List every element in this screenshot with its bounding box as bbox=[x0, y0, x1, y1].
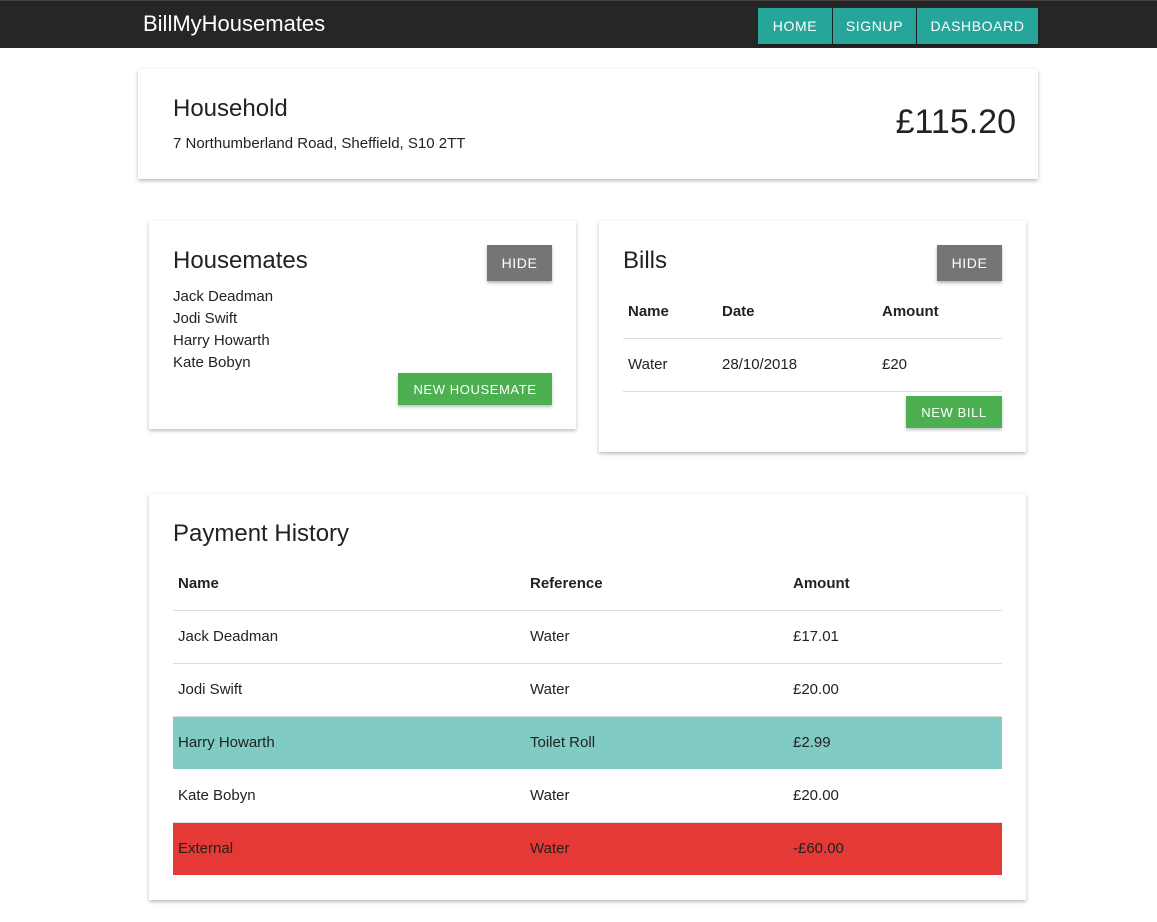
table-row[interactable]: Jodi Swift Water £20.00 bbox=[173, 663, 1002, 716]
hide-bills-button[interactable]: HIDE bbox=[937, 245, 1002, 281]
payment-amount: £17.01 bbox=[793, 628, 839, 645]
housemates-list: Jack Deadman Jodi Swift Harry Howarth Ka… bbox=[173, 286, 273, 374]
table-row[interactable]: Water 28/10/2018 £20 bbox=[623, 338, 1002, 391]
housemates-title: Housemates bbox=[173, 247, 308, 274]
top-navbar: BillMyHousemates HOME SIGNUP DASHBOARD bbox=[0, 0, 1157, 48]
nav-home-button[interactable]: HOME bbox=[758, 8, 832, 44]
list-item: Harry Howarth bbox=[173, 332, 270, 349]
payment-reference: Toilet Roll bbox=[525, 716, 788, 769]
household-address: 7 Northumberland Road, Sheffield, S10 2T… bbox=[173, 135, 466, 152]
new-bill-button[interactable]: NEW BILL bbox=[906, 396, 1002, 428]
list-item: Kate Bobyn bbox=[173, 354, 251, 371]
bill-date: 28/10/2018 bbox=[722, 356, 798, 373]
payment-name: Harry Howarth bbox=[173, 716, 525, 769]
column-header-date: Date bbox=[722, 302, 755, 320]
column-header-name: Name bbox=[628, 302, 669, 320]
list-item: Jodi Swift bbox=[173, 310, 238, 327]
column-header-amount: Amount bbox=[793, 574, 850, 592]
bill-amount: £20 bbox=[882, 356, 908, 373]
hide-housemates-button[interactable]: HIDE bbox=[487, 245, 552, 281]
nav-dashboard-button[interactable]: DASHBOARD bbox=[917, 8, 1038, 44]
table-row[interactable]: Kate Bobyn Water £20.00 bbox=[173, 769, 1002, 822]
payment-history-table: Name Reference Amount Jack Deadman Water… bbox=[173, 557, 1002, 875]
housemates-card: Housemates HIDE Jack Deadman Jodi Swift … bbox=[149, 221, 576, 429]
payment-amount: £20.00 bbox=[793, 786, 839, 804]
bills-title: Bills bbox=[623, 247, 668, 274]
table-row[interactable]: Jack Deadman Water £17.01 bbox=[173, 610, 1002, 663]
payment-name: External bbox=[173, 822, 525, 875]
payment-name: Kate Bobyn bbox=[178, 786, 256, 804]
column-header-reference: Reference bbox=[530, 574, 603, 592]
payment-name: Jack Deadman bbox=[178, 628, 279, 645]
table-row[interactable]: External Water -£60.00 bbox=[173, 822, 1002, 875]
new-housemate-button[interactable]: NEW HOUSEMATE bbox=[398, 373, 552, 405]
payment-amount: -£60.00 bbox=[788, 822, 1002, 875]
household-total-amount: £115.20 bbox=[895, 103, 1016, 141]
bill-name: Water bbox=[628, 356, 668, 373]
brand-title[interactable]: BillMyHousemates bbox=[143, 11, 325, 37]
column-header-name: Name bbox=[178, 574, 219, 592]
bills-table: Name Date Amount Water 28/10/2018 £20 bbox=[623, 285, 1002, 392]
column-header-amount: Amount bbox=[882, 302, 939, 320]
payment-reference: Water bbox=[530, 681, 570, 698]
nav-signup-button[interactable]: SIGNUP bbox=[833, 8, 916, 44]
payment-history-card: Payment History Name Reference Amount Ja… bbox=[149, 494, 1026, 900]
table-header-row: Name Reference Amount bbox=[173, 557, 1002, 610]
nav-buttons: HOME SIGNUP DASHBOARD bbox=[758, 8, 1038, 44]
payment-name: Jodi Swift bbox=[178, 681, 243, 698]
payment-amount: £20.00 bbox=[793, 681, 839, 698]
table-row[interactable]: Harry Howarth Toilet Roll £2.99 bbox=[173, 716, 1002, 769]
payment-reference: Water bbox=[530, 786, 570, 804]
payment-history-title: Payment History bbox=[173, 520, 350, 547]
household-title: Household bbox=[173, 95, 288, 122]
payment-reference: Water bbox=[525, 822, 788, 875]
payment-reference: Water bbox=[530, 628, 570, 645]
household-card: Household 7 Northumberland Road, Sheffie… bbox=[138, 69, 1038, 179]
bills-card: Bills HIDE Name Date Amount Water 28/10/… bbox=[599, 221, 1026, 452]
payment-amount: £2.99 bbox=[788, 716, 1002, 769]
list-item: Jack Deadman bbox=[173, 288, 274, 305]
table-header-row: Name Date Amount bbox=[623, 285, 1002, 338]
